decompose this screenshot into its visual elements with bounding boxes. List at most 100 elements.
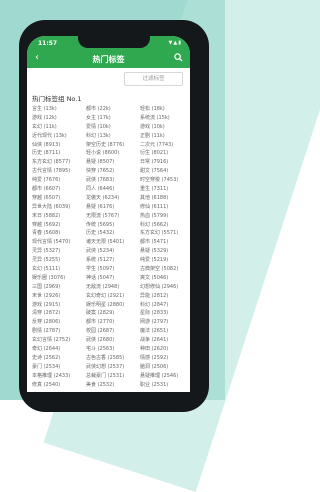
tag-item[interactable]: 校园 (2687) <box>86 327 114 334</box>
tag-item[interactable]: 青春 (5608) <box>32 229 60 236</box>
tag-item[interactable]: 无敌流 (2948) <box>86 283 119 290</box>
tag-item[interactable]: 豪门 (2534) <box>32 363 60 370</box>
tag-item[interactable]: 游戏 (10k) <box>140 123 165 130</box>
tag-item[interactable]: 灵异 (5255) <box>32 256 60 263</box>
tag-item[interactable]: 种田 (2620) <box>140 345 168 352</box>
tag-item[interactable]: 末世 (2926) <box>32 292 60 299</box>
tag-item[interactable]: 武侠 (2680) <box>86 336 114 343</box>
tag-item[interactable]: 近代现代 (13k) <box>32 132 67 139</box>
tag-item[interactable]: 史诗 (2562) <box>32 354 60 361</box>
tag-item[interactable]: 异能 (2812) <box>140 292 168 299</box>
tag-item[interactable]: 架空历史 (8776) <box>86 141 124 148</box>
tag-item[interactable]: 战争 (2641) <box>140 336 168 343</box>
tag-item[interactable]: 修真 (2540) <box>32 381 60 388</box>
tag-item[interactable]: 现代言情 (5470) <box>32 238 70 245</box>
tag-item[interactable]: 都市 (5471) <box>140 238 168 245</box>
tag-item[interactable]: 轻小说 (8600) <box>86 149 119 156</box>
tag-item[interactable]: 纯爱 (7676) <box>32 176 60 183</box>
tag-item[interactable]: 玄幻 (11k) <box>32 123 57 130</box>
tag-item[interactable]: 古典架空 (5082) <box>140 265 178 272</box>
tag-item[interactable]: 东方玄幻 (5571) <box>140 229 178 236</box>
tag-row: 史诗 (2562) 古色古香 (2585) 情感 (2592) <box>32 354 190 363</box>
tag-item[interactable]: 幻想修仙 (2946) <box>140 283 178 290</box>
tag-item[interactable]: 玄幻言情 (2752) <box>32 336 70 343</box>
tag-item[interactable]: 武侠 (5234) <box>86 247 114 254</box>
tag-item[interactable]: 本格推理 (2433) <box>32 372 70 379</box>
tag-item[interactable]: 系统流 (15k) <box>140 114 170 121</box>
tag-item[interactable]: 快穿 (7652) <box>86 167 114 174</box>
tag-item[interactable]: 娱乐明星 (2880) <box>86 301 124 308</box>
tag-item[interactable]: 奇幻 (2644) <box>32 345 60 352</box>
tag-item[interactable]: 东方玄幻 (8577) <box>32 158 70 165</box>
tag-item[interactable]: 科幻 (5662) <box>140 221 168 228</box>
tag-item[interactable]: 爽文 (5046) <box>140 274 168 281</box>
tag-item[interactable]: 网游 (2797) <box>140 318 168 325</box>
tag-item[interactable]: 异世大陆 (6039) <box>32 203 70 210</box>
tag-row: 灵异 (5327) 武侠 (5234) 悬疑 (5329) <box>32 247 190 256</box>
tag-item[interactable]: 学生 (5097) <box>86 265 114 272</box>
filter-tags-input[interactable]: 过滤标签 <box>124 72 183 86</box>
tag-item[interactable]: 总裁豪门 (2531) <box>86 372 124 379</box>
tag-item[interactable]: 悬疑推理 (2546) <box>140 372 178 379</box>
tag-item[interactable]: 玄幻 (5111) <box>32 265 60 272</box>
tag-item[interactable]: 美食 (2532) <box>86 381 114 388</box>
tag-item[interactable]: 都市 (22k) <box>86 105 111 112</box>
tag-item[interactable]: 星际 (2833) <box>140 309 168 316</box>
tag-item[interactable]: 历史 (8711) <box>32 149 60 156</box>
tag-item[interactable]: 重生 (7311) <box>140 185 168 192</box>
tag-item[interactable]: 都市 (6607) <box>32 185 60 192</box>
tag-item[interactable]: 悬疑 (6176) <box>86 203 114 210</box>
tag-item[interactable]: 仙侠 (8913) <box>32 141 60 148</box>
tag-item[interactable]: 职业 (2531) <box>140 381 168 388</box>
search-icon[interactable] <box>174 53 183 62</box>
tag-item[interactable]: 破案 (2829) <box>86 309 114 316</box>
tag-item[interactable]: 都市 (2770) <box>86 318 114 325</box>
tag-item[interactable]: 传统 (5695) <box>86 221 114 228</box>
tag-item[interactable]: 二次元 (7743) <box>140 141 173 148</box>
tag-item[interactable]: 轻松 (18k) <box>140 105 165 112</box>
tag-item[interactable]: 无限流 (5767) <box>86 212 119 219</box>
tag-item[interactable]: 宅斗 (2563) <box>86 345 114 352</box>
tag-item[interactable]: 日常 (7916) <box>140 158 168 165</box>
tag-item[interactable]: 情感 (2592) <box>140 354 168 361</box>
tag-item[interactable]: 玄幻奇幻 (2921) <box>86 292 124 299</box>
tag-item[interactable]: 爱情 (10k) <box>86 123 111 130</box>
tag-item[interactable]: 三国 (2969) <box>32 283 60 290</box>
tag-item[interactable]: 热血 (5799) <box>140 212 168 219</box>
tag-item[interactable]: 穿越 (6507) <box>32 194 60 201</box>
tag-item[interactable]: 衍生 (8021) <box>140 149 168 156</box>
tag-item[interactable]: 武侠 (7683) <box>86 176 114 183</box>
tag-item[interactable]: 龙傲天 (6234) <box>86 194 119 201</box>
tag-item[interactable]: 科幻 (2847) <box>140 301 168 308</box>
tag-item[interactable]: 古色古香 (2585) <box>86 354 124 361</box>
tag-item[interactable]: 反穿 (2806) <box>32 318 60 325</box>
tag-item[interactable]: 古代言情 (7895) <box>32 167 70 174</box>
tag-item[interactable]: 甜文 (7564) <box>140 167 168 174</box>
tag-item[interactable]: 武侠幻想 (2537) <box>86 363 124 370</box>
tag-item[interactable]: 纯爱 (5219) <box>140 256 168 263</box>
tag-item[interactable]: 魔法 (2651) <box>140 327 168 334</box>
tag-item[interactable]: 游戏 (2915) <box>32 301 60 308</box>
tag-item[interactable]: 穿越 (5692) <box>32 221 60 228</box>
tag-item[interactable]: 修仙 (6111) <box>140 203 168 210</box>
tag-item[interactable]: 清穿 (2872) <box>32 309 60 316</box>
tag-item[interactable]: 同人 (6446) <box>86 185 114 192</box>
tag-item[interactable]: 剧情 (2787) <box>32 327 60 334</box>
tag-item[interactable]: 系统 (5127) <box>86 256 114 263</box>
tag-item[interactable]: 其他 (6188) <box>140 194 168 201</box>
tag-item[interactable]: 游戏 (12k) <box>32 114 57 121</box>
tag-item[interactable]: 悬疑 (5329) <box>140 247 168 254</box>
tag-item[interactable]: 娱乐圈 (3076) <box>32 274 65 281</box>
tag-item[interactable]: 历史 (5432) <box>86 229 114 236</box>
tag-item[interactable]: 科幻 (13k) <box>86 132 111 139</box>
tag-item[interactable]: 末日 (5882) <box>32 212 60 219</box>
tag-item[interactable]: 灵异 (5327) <box>32 247 60 254</box>
tag-item[interactable]: 悬疑 (8507) <box>86 158 114 165</box>
tag-item[interactable]: 脑洞 (2506) <box>140 363 168 370</box>
tag-item[interactable]: 诸天无限 (5401) <box>86 238 124 245</box>
tag-item[interactable]: 神话 (5047) <box>86 274 114 281</box>
tag-item[interactable]: 女主 (17k) <box>86 114 111 121</box>
tag-item[interactable]: 正剧 (11k) <box>140 132 165 139</box>
tag-item[interactable]: 言生 (13k) <box>32 105 57 112</box>
tag-item[interactable]: 时空穿梭 (7453) <box>140 176 178 183</box>
